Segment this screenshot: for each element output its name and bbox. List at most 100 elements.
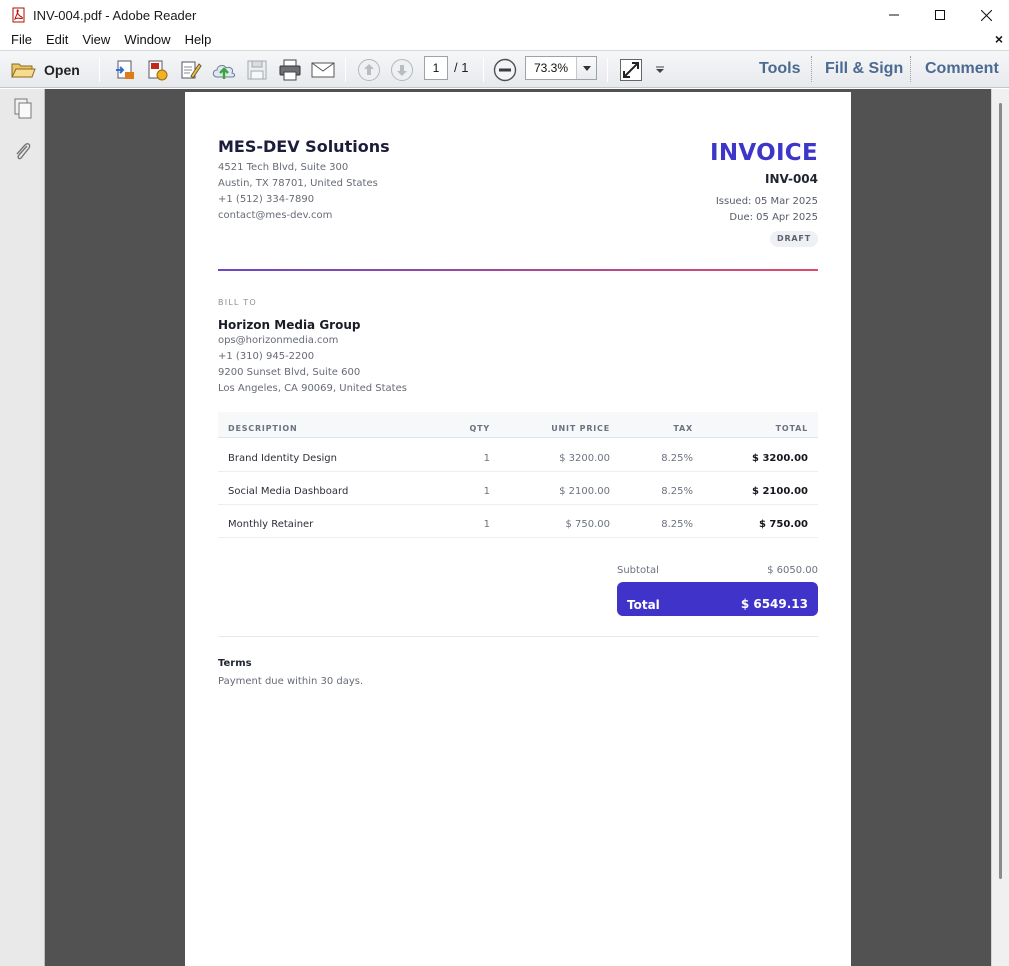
comment-link[interactable]: Comment (925, 50, 999, 88)
minimize-icon (889, 14, 899, 16)
page-number-input[interactable]: 1 (424, 56, 448, 80)
close-document-button[interactable]: × (995, 31, 1003, 47)
prev-page-button[interactable] (356, 51, 382, 89)
company-address-line: 4521 Tech Blvd, Suite 300 (218, 162, 349, 173)
menu-edit[interactable]: Edit (39, 30, 75, 50)
zoom-out-button[interactable] (492, 51, 518, 89)
maximize-button[interactable] (917, 0, 963, 30)
item-qty: 1 (483, 453, 490, 464)
item-tax: 8.25% (661, 486, 693, 497)
minimize-button[interactable] (871, 0, 917, 30)
page-thumbnails-icon (14, 98, 31, 119)
print-button[interactable] (276, 51, 304, 89)
company-city-line: Austin, TX 78701, United States (218, 178, 378, 189)
folder-open-icon (11, 63, 36, 78)
table-row: Brand Identity Design 1 $ 3200.00 8.25% … (218, 439, 818, 472)
item-total: $ 2100.00 (752, 486, 808, 497)
table-row: Monthly Retainer 1 $ 750.00 8.25% $ 750.… (218, 505, 818, 538)
item-total: $ 3200.00 (752, 453, 808, 464)
menu-help[interactable]: Help (178, 30, 219, 50)
open-label: Open (44, 62, 80, 78)
item-tax: 8.25% (661, 453, 693, 464)
menu-file[interactable]: File (0, 30, 39, 50)
page-total: / 1 (454, 60, 469, 75)
pdf-page: MES-DEV Solutions 4521 Tech Blvd, Suite … (185, 92, 851, 966)
column-tax: TAX (673, 424, 693, 433)
fill-sign-link[interactable]: Fill & Sign (825, 50, 903, 88)
window-title: INV-004.pdf - Adobe Reader (33, 7, 197, 23)
next-page-button[interactable] (389, 51, 415, 89)
email-button[interactable] (309, 51, 337, 89)
close-window-button[interactable] (963, 0, 1009, 30)
close-icon (980, 9, 992, 21)
item-total: $ 750.00 (758, 519, 808, 530)
header-divider (218, 269, 818, 271)
email-icon (311, 62, 335, 78)
chevron-down-icon (582, 65, 591, 71)
invoice-number: INV-004 (765, 172, 818, 186)
item-qty: 1 (483, 486, 490, 497)
item-description: Social Media Dashboard (228, 486, 349, 497)
save-button[interactable] (243, 51, 271, 89)
zoom-out-icon (493, 58, 517, 82)
table-row: Social Media Dashboard 1 $ 2100.00 8.25%… (218, 472, 818, 505)
total-label: Total (627, 598, 660, 612)
subtotal-label: Subtotal (617, 565, 659, 576)
navigation-pane (0, 89, 45, 966)
client-phone: +1 (310) 945-2200 (218, 351, 315, 362)
pdf-file-icon (12, 7, 25, 23)
vertical-scrollbar[interactable] (991, 89, 1009, 966)
company-phone: +1 (512) 334-7890 (218, 194, 315, 205)
fit-page-icon (620, 59, 642, 81)
title-bar: INV-004.pdf - Adobe Reader (0, 0, 1009, 30)
more-tools-icon (656, 66, 664, 73)
maximize-icon (935, 10, 945, 20)
column-qty: QTY (469, 424, 490, 433)
menu-bar: File Edit View Window Help × (0, 30, 1009, 50)
more-tools-button[interactable] (650, 51, 670, 89)
total-value: $ 6549.13 (740, 597, 808, 611)
item-unit-price: $ 2100.00 (559, 486, 610, 497)
paperclip-icon (15, 143, 30, 160)
terms-text: Payment due within 30 days. (218, 676, 364, 687)
item-tax: 8.25% (661, 519, 693, 530)
invoice-title: INVOICE (709, 140, 818, 166)
menu-window[interactable]: Window (117, 30, 177, 50)
export-pdf-button[interactable] (143, 51, 171, 89)
zoom-select[interactable]: 73.3% (525, 56, 597, 80)
company-name: MES-DEV Solutions (218, 137, 390, 156)
scrollbar-thumb[interactable] (999, 103, 1002, 879)
page-thumbnails-button[interactable] (0, 91, 45, 127)
tools-link[interactable]: Tools (759, 50, 800, 88)
column-unit-price: UNIT PRICE (551, 424, 610, 433)
client-email: ops@horizonmedia.com (218, 335, 339, 346)
save-icon (247, 60, 267, 80)
client-city-line: Los Angeles, CA 90069, United States (218, 383, 407, 394)
create-pdf-button[interactable] (111, 51, 139, 89)
prev-page-icon (358, 59, 380, 81)
status-badge: DRAFT (770, 231, 818, 247)
item-description: Brand Identity Design (228, 453, 337, 464)
client-name: Horizon Media Group (218, 318, 361, 332)
zoom-dropdown-button[interactable] (576, 57, 596, 79)
item-qty: 1 (483, 519, 490, 530)
edit-pdf-icon (181, 61, 202, 79)
menu-view[interactable]: View (75, 30, 117, 50)
attachments-button[interactable] (0, 133, 45, 169)
open-button[interactable]: Open (10, 51, 90, 89)
next-page-icon (391, 59, 413, 81)
item-description: Monthly Retainer (228, 519, 314, 530)
total-box: Total $ 6549.13 (617, 582, 818, 616)
terms-title: Terms (218, 658, 252, 669)
client-address-line: 9200 Sunset Blvd, Suite 600 (218, 367, 361, 378)
column-total: TOTAL (775, 424, 808, 433)
edit-pdf-button[interactable] (177, 51, 205, 89)
upload-cloud-button[interactable] (210, 51, 238, 89)
item-unit-price: $ 3200.00 (559, 453, 610, 464)
due-date: Due: 05 Apr 2025 (729, 212, 818, 223)
table-header: DESCRIPTION QTY UNIT PRICE TAX TOTAL (218, 412, 818, 438)
subtotal-value: $ 6050.00 (767, 565, 818, 576)
fit-page-button[interactable] (617, 51, 645, 89)
print-icon (279, 59, 301, 81)
upload-cloud-icon (212, 65, 236, 79)
